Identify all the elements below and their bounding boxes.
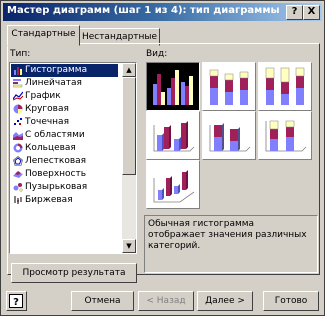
list-item-pie[interactable]: Круговая: [11, 103, 118, 116]
3d-stacked-column-icon: [209, 123, 251, 152]
list-item-doughnut[interactable]: Кольцевая: [11, 142, 118, 155]
title-bar[interactable]: Мастер диаграмм (шаг 1 из 4): тип диагра…: [3, 3, 322, 21]
description-box: Обычная гистограмма отображает значения …: [144, 215, 318, 273]
percent-stacked-column-icon: [265, 67, 305, 105]
list-item-area[interactable]: С областями: [11, 129, 118, 142]
chart-subtype-grid: [144, 62, 316, 212]
scroll-up-icon[interactable]: ▲: [122, 63, 136, 77]
cancel-button[interactable]: Отмена: [71, 291, 134, 311]
description-text: Обычная гистограмма отображает значения …: [148, 219, 307, 251]
chart-type-list[interactable]: Гистограмма Линейчатая График Круговая Т…: [9, 62, 137, 254]
histogram-icon: [14, 67, 22, 75]
subtype-3d-stacked-column[interactable]: [202, 111, 256, 160]
list-item-line[interactable]: График: [11, 90, 118, 103]
back-button[interactable]: < Назад: [138, 291, 194, 311]
window-title: Мастер диаграмм (шаг 1 из 4): тип диагра…: [7, 5, 280, 16]
help-button[interactable]: ?: [6, 291, 27, 311]
scroll-thumb[interactable]: [122, 77, 136, 175]
clustered-column-icon: [153, 70, 193, 105]
type-list-scrollbar[interactable]: ▲ ▼: [122, 63, 136, 253]
list-item-histogram[interactable]: Гистограмма: [11, 64, 118, 77]
type-label: Тип:: [10, 49, 31, 59]
help-title-button[interactable]: ?: [286, 5, 303, 20]
doughnut-chart-icon: [13, 143, 23, 153]
line-chart-icon: [13, 91, 23, 101]
subtype-3d-clustered-column[interactable]: [146, 111, 200, 160]
close-button[interactable]: X: [303, 5, 320, 20]
view-label: Вид:: [146, 49, 168, 59]
scatter-chart-icon: [14, 118, 22, 125]
3d-clustered-column-icon: [153, 121, 195, 152]
chart-wizard-dialog: Мастер диаграмм (шаг 1 из 4): тип диагра…: [0, 0, 325, 316]
list-item-surface[interactable]: Поверхность: [11, 168, 118, 181]
list-item-stock[interactable]: Биржевая: [11, 194, 118, 207]
next-button[interactable]: Далее >: [197, 291, 253, 311]
3d-column-icon: [153, 170, 195, 203]
tab-standard[interactable]: Стандартные: [7, 25, 80, 46]
subtype-percent-stacked-column[interactable]: [258, 62, 312, 111]
bar-chart-icon: [13, 79, 23, 88]
help-icon: ?: [9, 294, 23, 308]
subtype-3d-column[interactable]: [146, 160, 200, 209]
list-item-radar[interactable]: Лепестковая: [11, 155, 118, 168]
bubble-chart-icon: [13, 183, 23, 192]
surface-chart-icon: [13, 171, 23, 178]
scroll-down-icon[interactable]: ▼: [122, 239, 136, 253]
subtype-stacked-column[interactable]: [202, 62, 256, 111]
subtype-clustered-column[interactable]: [146, 62, 200, 111]
svg-text:?: ?: [13, 297, 19, 308]
list-item-scatter[interactable]: Точечная: [11, 116, 118, 129]
area-chart-icon: [13, 132, 23, 140]
stacked-column-icon: [209, 69, 249, 105]
3d-percent-stacked-column-icon: [265, 120, 307, 152]
pie-chart-icon: [13, 104, 23, 114]
subtype-3d-percent-stacked-column[interactable]: [258, 111, 312, 160]
finish-button[interactable]: Готово: [263, 291, 319, 311]
list-item-bubble[interactable]: Пузырьковая: [11, 181, 118, 194]
radar-chart-icon: [13, 156, 23, 166]
list-item-bar[interactable]: Линейчатая: [11, 77, 118, 90]
preview-button[interactable]: Просмотр результата: [11, 263, 137, 283]
stock-chart-icon: [14, 196, 22, 204]
